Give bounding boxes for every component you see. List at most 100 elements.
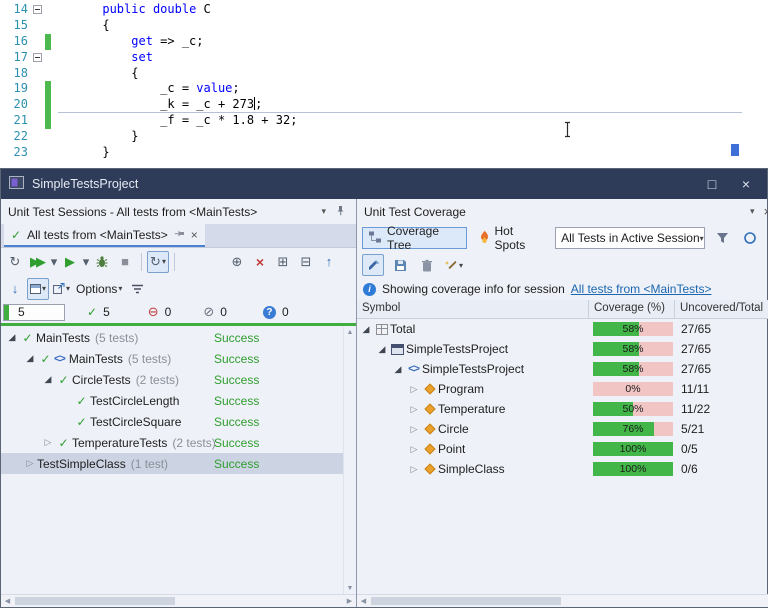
test-tree-area: ◢✓MainTests(5 tests)Success◢✓<>MainTests…	[1, 327, 356, 594]
test-tree-row[interactable]: ✓TestCircleSquareSuccess	[1, 411, 343, 432]
code-text: get => _c;	[53, 34, 204, 50]
session-filter-combo[interactable]: All Tests in Active Session ▾	[555, 227, 705, 249]
tab-pin-icon[interactable]	[174, 228, 185, 242]
test-tree-row[interactable]: ◢✓CircleTests(2 tests)Success	[1, 369, 343, 390]
tree-expander-icon[interactable]: ◢	[5, 332, 19, 343]
scrollbar-thumb[interactable]	[15, 597, 175, 605]
scroll-left-icon[interactable]: ◀	[1, 595, 14, 607]
coverage-row[interactable]: ◢SimpleTestsProject58%27/65	[357, 339, 768, 359]
save-report-button[interactable]	[389, 254, 411, 276]
tracking-button[interactable]	[739, 227, 761, 249]
coverage-row[interactable]: ◢Total58%27/65	[357, 319, 768, 339]
session-tab[interactable]: ✓ All tests from <MainTests> ×	[4, 224, 205, 247]
coverage-grid-header[interactable]: Symbol Coverage (%) Uncovered/Total	[357, 300, 768, 319]
editor-line[interactable]: 19 _c = value;	[0, 81, 768, 97]
editor-line[interactable]: 14 public double C	[0, 2, 768, 18]
configure-button[interactable]: ▾	[443, 254, 465, 276]
expand-all-button[interactable]: ⊞	[272, 251, 294, 273]
tree-expander-icon[interactable]: ▷	[407, 444, 421, 455]
previous-test-button[interactable]: ↑	[318, 251, 340, 273]
grid-horizontal-scrollbar[interactable]: ◀ ▶	[357, 594, 768, 607]
code-editor[interactable]: 14 public double C15 {16 get => _c;17 se…	[0, 0, 768, 168]
sessions-pane-header[interactable]: Unit Test Sessions - All tests from <Mai…	[1, 199, 356, 224]
sessions-toolbar-2: ↓ ▾ ▾ Options▾	[1, 275, 356, 302]
coverage-row[interactable]: ▷Circle76%5/21	[357, 419, 768, 439]
group-by-button[interactable]: ▾	[27, 278, 49, 300]
editor-line[interactable]: 18 {	[0, 66, 768, 82]
remove-tests-button[interactable]: ×	[249, 251, 271, 273]
tree-expander-icon[interactable]: ◢	[375, 344, 389, 355]
tree-expander-icon[interactable]: ◢	[359, 324, 373, 335]
scroll-right-icon[interactable]: ▶	[343, 595, 356, 607]
coverage-row[interactable]: ▷SimpleClass100%0/6	[357, 459, 768, 479]
coverage-percent: 100%	[593, 462, 673, 476]
scroll-up-icon[interactable]: ▲	[347, 329, 354, 336]
coverage-row[interactable]: ▷Program0%11/11	[357, 379, 768, 399]
tree-expander-icon[interactable]: ▷	[23, 458, 37, 469]
coverage-toolbar-1: Coverage Tree Hot Spots All Tests in Act…	[357, 224, 768, 252]
coverage-pane-header[interactable]: Unit Test Coverage ▾ ×	[357, 199, 768, 224]
stop-button[interactable]: ■	[114, 251, 136, 273]
editor-line[interactable]: 17 set	[0, 50, 768, 66]
tree-horizontal-scrollbar[interactable]: ◀ ▶	[1, 594, 356, 607]
coverage-row[interactable]: ▷Point100%0/5	[357, 439, 768, 459]
fold-collapse-icon[interactable]	[33, 5, 42, 14]
highlight-coverage-button[interactable]	[362, 254, 384, 276]
run-tests-button[interactable]: ▶	[59, 251, 81, 273]
run-all-tests-button[interactable]: ▶▶	[27, 251, 49, 273]
refresh-button[interactable]: ↻	[4, 251, 26, 273]
editor-line[interactable]: 21 _f = _c * 1.8 + 32;	[0, 113, 768, 129]
scrollbar-thumb[interactable]	[371, 597, 561, 605]
coverage-row[interactable]: ◢<>SimpleTestsProject58%27/65	[357, 359, 768, 379]
column-uncovered-total[interactable]: Uncovered/Total	[675, 300, 768, 318]
pane-menu-chevron-icon[interactable]: ▾	[750, 206, 755, 217]
pane-close-icon[interactable]: ×	[764, 204, 768, 219]
tree-expander-icon[interactable]: ▷	[407, 404, 421, 415]
collapse-all-button[interactable]: ⊟	[295, 251, 317, 273]
append-tests-button[interactable]: ⊕	[226, 251, 248, 273]
column-symbol[interactable]: Symbol	[357, 300, 589, 318]
editor-line[interactable]: 16 get => _c;	[0, 34, 768, 50]
editor-line[interactable]: 15 {	[0, 18, 768, 34]
fold-collapse-icon[interactable]	[33, 53, 42, 62]
test-tree-row[interactable]: ▷TestSimpleClass(1 test)Success	[1, 453, 343, 474]
scroll-left-icon[interactable]: ◀	[357, 595, 370, 607]
filter-button[interactable]	[711, 227, 733, 249]
tree-expander-icon[interactable]: ▷	[407, 424, 421, 435]
filter-lines-button[interactable]	[126, 278, 148, 300]
coverage-tree-button[interactable]: Coverage Tree	[362, 227, 467, 249]
scroll-down-icon[interactable]: ▼	[347, 585, 354, 592]
test-tree-row[interactable]: ▷✓TemperatureTests(2 tests)Success	[1, 432, 343, 453]
run-chevron-icon[interactable]: ▾	[82, 251, 90, 273]
column-coverage[interactable]: Coverage (%)	[589, 300, 675, 318]
tree-expander-icon[interactable]: ◢	[391, 364, 405, 375]
tree-expander-icon[interactable]: ▷	[407, 464, 421, 475]
window-titlebar[interactable]: SimpleTestsProject □ ×	[1, 169, 767, 199]
debug-tests-button[interactable]	[91, 251, 113, 273]
tab-close-icon[interactable]: ×	[191, 228, 198, 242]
options-button[interactable]: Options▾	[73, 278, 125, 300]
repeat-tests-button[interactable]: ↻▾	[147, 251, 169, 273]
pin-icon[interactable]	[335, 205, 346, 219]
editor-line[interactable]: 23 }	[0, 145, 768, 161]
tree-expander-icon[interactable]: ▷	[407, 384, 421, 395]
hot-spots-button[interactable]: Hot Spots	[473, 227, 550, 249]
coverage-row[interactable]: ▷Temperature50%11/22	[357, 399, 768, 419]
test-tree-row[interactable]: ◢✓<>MainTests(5 tests)Success	[1, 348, 343, 369]
tree-expander-icon[interactable]: ◢	[41, 374, 55, 385]
session-link[interactable]: All tests from <MainTests>	[571, 282, 712, 296]
run-all-chevron-icon[interactable]: ▾	[50, 251, 58, 273]
close-button[interactable]: ×	[733, 176, 759, 192]
tree-expander-icon[interactable]: ▷	[41, 437, 55, 448]
tree-vertical-scrollbar[interactable]: ▲ ▼	[343, 327, 356, 594]
pane-menu-chevron-icon[interactable]: ▾	[321, 206, 326, 217]
tree-expander-icon[interactable]: ◢	[23, 353, 37, 364]
next-test-button[interactable]: ↓	[4, 278, 26, 300]
drop-coverage-button[interactable]	[416, 254, 438, 276]
export-button[interactable]: ▾	[50, 278, 72, 300]
test-tree-row[interactable]: ◢✓MainTests(5 tests)Success	[1, 327, 343, 348]
maximize-button[interactable]: □	[699, 176, 725, 192]
editor-line[interactable]: 20 _k = _c + 273;	[0, 97, 768, 113]
test-tree-row[interactable]: ✓TestCircleLengthSuccess	[1, 390, 343, 411]
editor-line[interactable]: 22 }	[0, 129, 768, 145]
